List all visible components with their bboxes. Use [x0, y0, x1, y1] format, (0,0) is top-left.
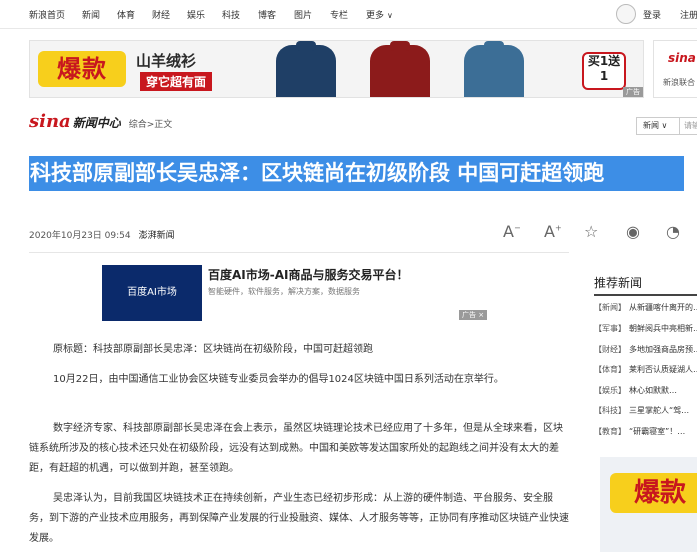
side-ad-text: 新浪联合: [663, 78, 695, 87]
recommend-item[interactable]: 【科技】 三星掌舵人“驾…: [594, 405, 689, 416]
top-nav: 新浪首页 新闻 体育 财经 娱乐 科技 博客 图片 专栏 更多 ∨ 登录 注册: [0, 0, 697, 29]
avatar-icon[interactable]: [616, 4, 636, 24]
article-paragraph: 数字经济专家、科技部原副部长吴忠泽在会上表示，虽然区块链理论技术已经应用了十多年…: [29, 423, 563, 474]
baidu-ad-thumb: 百度AI市场: [102, 265, 202, 321]
article-paragraph: 原标题：科技部原副部长吴忠泽：区块链尚在初级阶段，中国可赶超领跑: [53, 344, 373, 355]
article-paragraph: 10月22日，由中国通信工业协会区块链专业委员会举办的倡导1024区块链中国日系…: [53, 374, 504, 385]
sweater-neck: [296, 41, 316, 51]
nav-item-column[interactable]: 专栏: [330, 8, 348, 21]
chevron-down-icon: ∨: [661, 121, 668, 130]
ad-big-text: 爆款: [38, 51, 126, 87]
recommend-item[interactable]: 【财经】 多地加强商品房预…: [594, 344, 697, 355]
comment-icon[interactable]: ◔: [666, 222, 680, 241]
article-date: 2020年10月23日 09:54: [29, 231, 131, 241]
brand-header: sina 新闻中心 综合>正文: [29, 111, 172, 133]
breadcrumb[interactable]: 综合>正文: [129, 120, 173, 130]
recommend-item[interactable]: 【军事】 朝鲜阅兵中亮相新…: [594, 323, 697, 334]
nav-item-news[interactable]: 新闻: [82, 8, 100, 21]
divider: [594, 294, 697, 296]
ad-title: 山羊绒衫: [136, 52, 197, 70]
sweater-image: [446, 41, 542, 97]
login-link[interactable]: 登录: [643, 8, 661, 21]
baidu-ad-title: 百度AI市场-AI商品与服务交易平台！: [208, 268, 409, 282]
register-link[interactable]: 注册: [680, 8, 697, 21]
article-source[interactable]: 澎湃新闻: [139, 231, 175, 241]
ad-subtitle: 穿它超有面: [140, 72, 213, 91]
sina-logo[interactable]: sina: [29, 111, 71, 132]
ad-big-text: 爆款: [610, 473, 697, 513]
sina-logo: sina: [668, 51, 696, 65]
sweater-neck: [484, 41, 504, 51]
star-icon[interactable]: ☆: [584, 222, 598, 241]
sweater-image: [258, 41, 354, 97]
nav-item-photo[interactable]: 图片: [294, 8, 312, 21]
recommend-title: 推荐新闻: [594, 276, 643, 290]
news-center-title[interactable]: 新闻中心: [73, 116, 121, 130]
banner-ad[interactable]: 爆款 山羊绒衫 穿它超有面 买1送1 广告: [29, 40, 644, 98]
nav-item-more[interactable]: 更多 ∨: [366, 8, 393, 21]
nav-item-sports[interactable]: 体育: [117, 8, 135, 21]
nav-item-ent[interactable]: 娱乐: [187, 8, 205, 21]
recommend-item[interactable]: 【体育】 莱利否认质疑湖人…: [594, 364, 697, 375]
nav-item-home[interactable]: 新浪首页: [29, 8, 65, 21]
baidu-ad[interactable]: 百度AI市场 百度AI市场-AI商品与服务交易平台！ 智能硬件，软件服务，解决方…: [102, 265, 498, 321]
side-banner-ad[interactable]: 爆款: [600, 457, 697, 552]
font-increase-icon[interactable]: A+: [544, 222, 562, 241]
weibo-icon[interactable]: ◉: [626, 222, 640, 241]
nav-item-finance[interactable]: 财经: [152, 8, 170, 21]
sweater-image: [352, 41, 448, 97]
search-input[interactable]: 请输入: [679, 117, 697, 135]
sweater-body: [464, 45, 524, 97]
sweater-body: [370, 45, 430, 97]
article-meta: 2020年10月23日 09:54 澎湃新闻: [29, 228, 175, 241]
close-icon[interactable]: ×: [478, 311, 484, 319]
ad-badge: 买1送1: [582, 52, 626, 90]
sweater-neck: [390, 41, 410, 51]
divider: [29, 252, 569, 253]
recommend-item[interactable]: 【新闻】 从新疆喀什离开的…: [594, 302, 697, 313]
chevron-down-icon: ∨: [387, 11, 393, 20]
side-ad[interactable]: sina 新浪联合: [653, 40, 697, 98]
ad-mark: 广告: [623, 87, 643, 97]
article-headline: 科技部原副部长吴忠泽：区块链尚在初级阶段 中国可赶超领跑: [29, 156, 684, 191]
nav-item-tech[interactable]: 科技: [222, 8, 240, 21]
ad-mark: 广告 ×: [459, 310, 488, 320]
font-decrease-icon[interactable]: A−: [503, 222, 521, 241]
sweater-body: [276, 45, 336, 97]
nav-item-blog[interactable]: 博客: [258, 8, 276, 21]
recommend-item[interactable]: 【教育】 “研霸寝室”！…: [594, 426, 685, 437]
recommend-item[interactable]: 【娱乐】 林心如默默…: [594, 385, 677, 396]
article-paragraph: 吴忠泽认为，目前我国区块链技术正在持续创新，产业生态已经初步形成：从上游的硬件制…: [29, 493, 569, 544]
search-category-select[interactable]: 新闻 ∨: [636, 117, 680, 135]
baidu-ad-desc: 智能硬件，软件服务，解决方案，数据服务: [208, 287, 360, 296]
